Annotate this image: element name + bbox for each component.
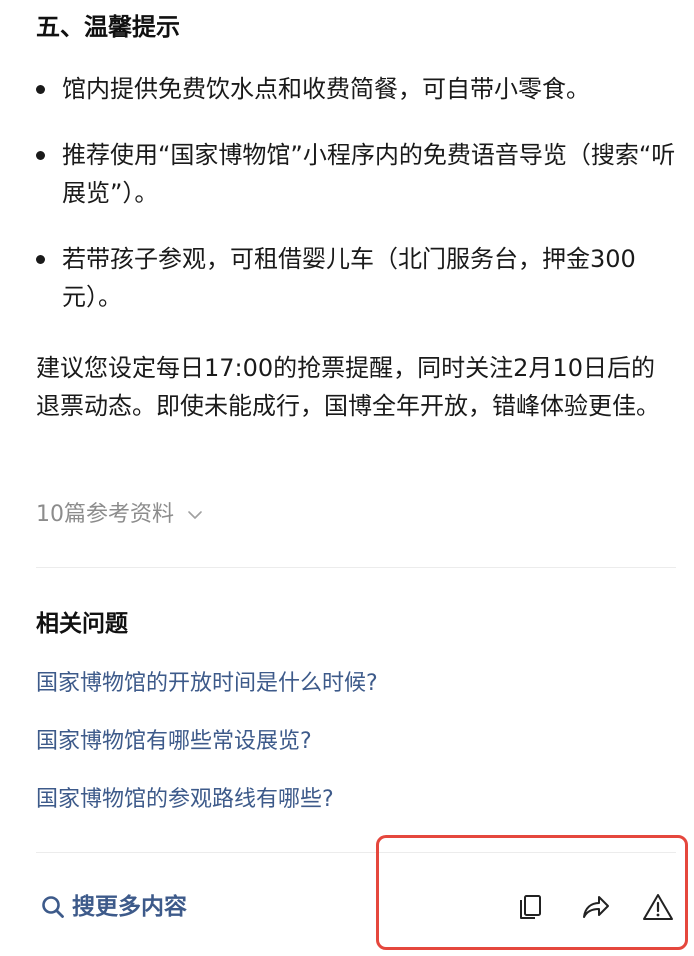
- report-icon[interactable]: [641, 890, 675, 924]
- related-question-link[interactable]: 国家博物馆的开放时间是什么时候?: [36, 667, 378, 701]
- bullet-icon: [36, 151, 45, 160]
- search-more-button[interactable]: 搜更多内容: [40, 890, 187, 924]
- search-icon: [42, 896, 64, 918]
- section-title: 五、温馨提示: [36, 13, 180, 41]
- references-label: 10篇参考资料: [36, 502, 174, 527]
- tips-list: 馆内提供免费饮水点和收费简餐，可自带小零食。 推荐使用“国家博物馆”小程序内的免…: [36, 70, 676, 344]
- tip-item: 推荐使用“国家博物馆”小程序内的免费语音导览（搜索“听展览”）。: [36, 136, 676, 212]
- tip-text: 推荐使用“国家博物馆”小程序内的免费语音导览（搜索“听展览”）。: [62, 141, 676, 207]
- related-questions-title: 相关问题: [36, 611, 128, 637]
- related-question-link[interactable]: 国家博物馆的参观路线有哪些?: [36, 783, 378, 817]
- tip-text: 若带孩子参观，可租借婴儿车（北门服务台，押金300元）。: [62, 245, 636, 311]
- share-icon[interactable]: [578, 890, 612, 924]
- related-question-link[interactable]: 国家博物馆有哪些常设展览?: [36, 725, 378, 759]
- bullet-icon: [36, 85, 45, 94]
- tip-item: 馆内提供免费饮水点和收费简餐，可自带小零食。: [36, 70, 676, 108]
- references-toggle[interactable]: 10篇参考资料: [36, 498, 204, 532]
- footer-divider: [36, 852, 676, 853]
- bullet-icon: [36, 255, 45, 264]
- tip-item: 若带孩子参观，可租借婴儿车（北门服务台，押金300元）。: [36, 240, 676, 316]
- tip-text: 馆内提供免费饮水点和收费简餐，可自带小零食。: [62, 75, 590, 103]
- section-divider: [36, 567, 676, 568]
- copy-icon[interactable]: [514, 890, 548, 924]
- chevron-down-icon: [188, 511, 202, 519]
- advice-paragraph: 建议您设定每日17:00的抢票提醒，同时关注2月10日后的退票动态。即使未能成行…: [36, 354, 660, 420]
- search-more-label: 搜更多内容: [72, 894, 187, 920]
- related-questions-list: 国家博物馆的开放时间是什么时候? 国家博物馆有哪些常设展览? 国家博物馆的参观路…: [36, 667, 378, 841]
